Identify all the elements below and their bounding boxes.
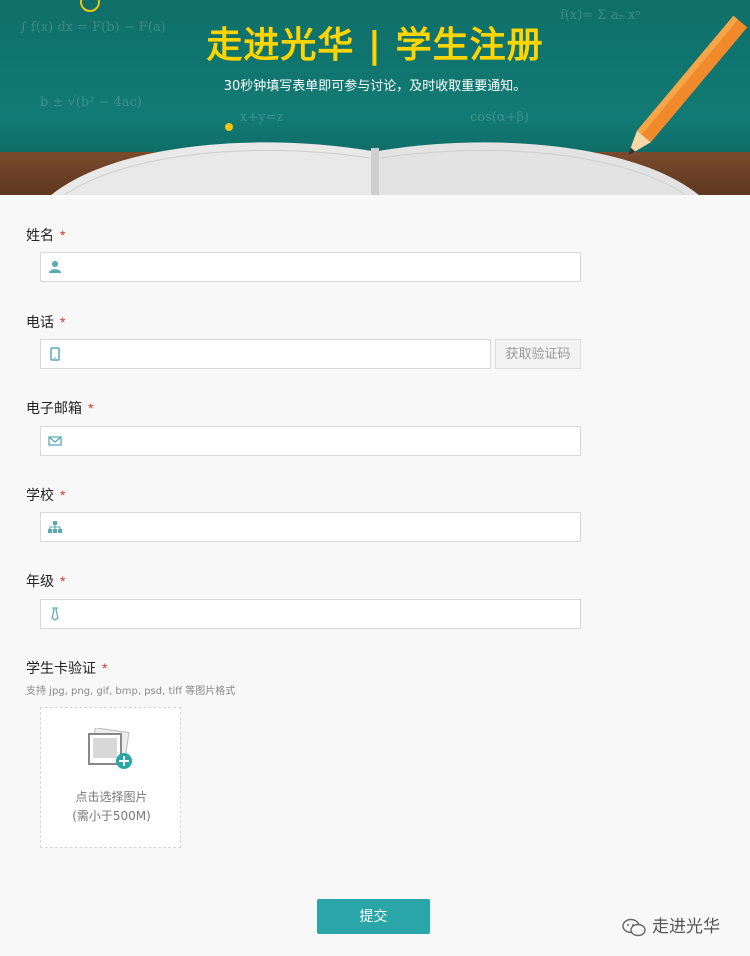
school-field[interactable] bbox=[40, 512, 581, 542]
grade-field[interactable] bbox=[40, 599, 581, 629]
school-input[interactable] bbox=[69, 515, 576, 541]
grade-label: 年级 * bbox=[26, 573, 66, 589]
upload-label: 点击选择图片 bbox=[75, 790, 148, 804]
email-field[interactable] bbox=[40, 426, 581, 456]
submit-button[interactable]: 提交 bbox=[317, 899, 430, 934]
file-format-hint: 支持 jpg, png, gif, bmp, psd, tiff 等图片格式 bbox=[26, 686, 236, 697]
wechat-icon bbox=[622, 918, 646, 936]
chalk-scribble: cos(α+β) bbox=[470, 110, 530, 125]
header-banner: ∫ f(x) dx = F(b) − F(a) f(x)= Σ aₙ xⁿ b … bbox=[0, 0, 750, 195]
phone-label: 电话 * bbox=[26, 314, 66, 330]
add-image-icon bbox=[88, 728, 132, 769]
sitemap-icon bbox=[48, 521, 62, 533]
page-title: 走进光华 | 学生注册 bbox=[206, 25, 544, 66]
phone-input[interactable] bbox=[69, 342, 486, 368]
watermark-text: 走进光华 bbox=[652, 917, 720, 936]
name-field[interactable] bbox=[40, 252, 581, 282]
decor-circle bbox=[80, 0, 100, 12]
student-card-label: 学生卡验证 * bbox=[26, 660, 108, 676]
user-icon bbox=[49, 261, 61, 273]
image-upload-box[interactable]: 点击选择图片 (需小于500M) bbox=[40, 707, 181, 848]
page-subtitle: 30秒钟填写表单即可参与讨论，及时收取重要通知。 bbox=[223, 79, 527, 94]
grade-input[interactable] bbox=[69, 602, 576, 628]
get-code-button[interactable]: 获取验证码 bbox=[495, 339, 581, 369]
phone-icon bbox=[50, 347, 60, 361]
name-input[interactable] bbox=[69, 255, 576, 281]
school-label: 学校 * bbox=[26, 487, 66, 503]
tie-icon bbox=[51, 607, 59, 621]
email-label: 电子邮箱 * bbox=[26, 400, 94, 416]
phone-field[interactable] bbox=[40, 339, 491, 369]
name-label: 姓名 * bbox=[26, 227, 66, 243]
upload-size-limit: (需小于500M) bbox=[72, 809, 151, 823]
email-input[interactable] bbox=[69, 429, 576, 455]
chalk-scribble: x+y=z bbox=[240, 110, 284, 125]
chalk-scribble: b ± √(b² − 4ac) bbox=[40, 95, 142, 110]
mail-icon bbox=[48, 436, 62, 446]
watermark: 走进光华 bbox=[622, 912, 720, 938]
